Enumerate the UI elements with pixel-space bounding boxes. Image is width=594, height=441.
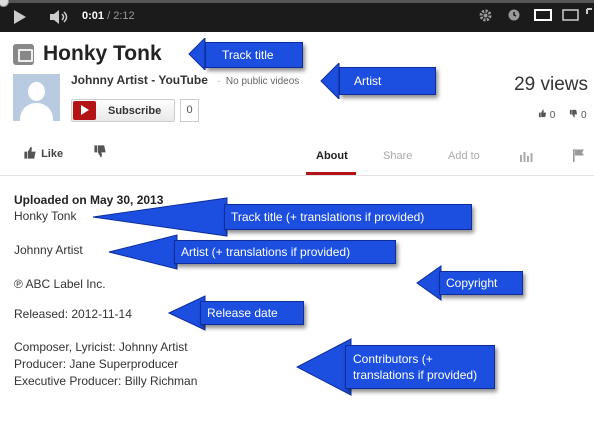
music-track-icon: [13, 44, 34, 65]
annotation-artist: Artist: [339, 67, 436, 95]
action-bar: Like About Share Add to: [0, 138, 594, 175]
play-icon[interactable]: [14, 10, 26, 24]
desc-producer: Producer: Jane Superproducer: [14, 357, 179, 371]
stats-icon[interactable]: [519, 149, 533, 162]
thumbs-up-icon: [538, 109, 547, 118]
desc-track-title: Honky Tonk: [14, 209, 77, 223]
annotation-contributors-line1: Contributors (+: [353, 352, 433, 366]
annotation-release-date-text: Release date: [207, 306, 278, 320]
thumbs-down-icon: [570, 109, 578, 118]
like-button[interactable]: Like: [22, 146, 63, 160]
annotation-copyright: Copyright: [439, 271, 523, 295]
annotation-contributors: Contributors (+ translations if provided…: [345, 345, 495, 389]
subscribe-button[interactable]: Subscribe: [71, 99, 175, 122]
popout-icon[interactable]: [562, 8, 580, 22]
desc-composer: Composer, Lyricist: Johnny Artist: [14, 340, 188, 354]
callout-arrowhead: [188, 38, 206, 70]
dislike-count: 0: [581, 110, 587, 121]
subscriber-count: 0: [180, 99, 199, 122]
watch-later-icon[interactable]: [507, 8, 521, 22]
avatar-body: [20, 103, 53, 121]
annotation-artist-desc: Artist (+ translations if provided): [174, 240, 396, 264]
gear-icon[interactable]: [478, 8, 493, 23]
video-player-controls: 0:01 / 2:12: [0, 0, 594, 32]
duration: / 2:12: [107, 10, 135, 22]
no-public-videos-label: No public videos: [225, 76, 300, 87]
tab-add-to[interactable]: Add to: [448, 150, 480, 162]
annotation-track-title-text: Track title: [222, 48, 274, 62]
annotation-track-title-desc-text: Track title (+ translations if provided): [231, 210, 425, 224]
thumbs-up-icon: [24, 146, 36, 159]
annotation-track-title-desc: Track title (+ translations if provided): [224, 204, 472, 230]
like-label: Like: [41, 148, 64, 160]
like-count: 0: [549, 110, 556, 121]
tab-share[interactable]: Share: [383, 150, 412, 162]
desc-artist: Johnny Artist: [14, 243, 83, 257]
progress-bar[interactable]: [0, 0, 594, 7]
view-count: 29 views: [514, 74, 588, 95]
avatar-head: [28, 82, 45, 101]
callout-arrowhead: [320, 63, 340, 99]
like-dislike-counts: 0 0: [538, 109, 587, 121]
separator-dot: ·: [217, 76, 221, 87]
desc-executive-producer: Executive Producer: Billy Richman: [14, 374, 198, 388]
scrubber-handle[interactable]: [0, 0, 9, 7]
fullscreen-icon[interactable]: [586, 8, 594, 22]
callout-arrowhead: [108, 234, 178, 270]
annotation-copyright-text: Copyright: [446, 276, 498, 290]
divider: [0, 175, 594, 176]
youtube-logo-icon: [73, 101, 96, 120]
annotation-contributors-line2: translations if provided): [353, 368, 478, 382]
theater-mode-icon[interactable]: [534, 8, 552, 22]
flag-icon[interactable]: [572, 148, 586, 162]
annotation-artist-text: Artist: [354, 74, 382, 88]
current-time: 0:01: [82, 10, 105, 22]
desc-copyright: ℗ ABC Label Inc.: [14, 277, 106, 291]
time-display: 0:01 / 2:12: [82, 10, 135, 22]
video-title: Honky Tonk: [43, 42, 162, 65]
channel-info: Johnny Artist - YouTube · No public vide…: [71, 73, 299, 87]
avatar[interactable]: [13, 74, 60, 121]
dislike-button[interactable]: [92, 144, 108, 158]
volume-icon[interactable]: [49, 9, 71, 25]
callout-arrowhead: [296, 338, 352, 396]
desc-release-date: Released: 2012-11-14: [14, 307, 132, 321]
annotation-track-title: Track title: [205, 42, 303, 68]
channel-name[interactable]: Johnny Artist - YouTube: [71, 73, 208, 87]
subscribe-label: Subscribe: [108, 105, 162, 117]
tab-about[interactable]: About: [316, 150, 348, 162]
annotation-release-date: Release date: [200, 301, 304, 325]
annotation-artist-desc-text: Artist (+ translations if provided): [181, 245, 351, 259]
